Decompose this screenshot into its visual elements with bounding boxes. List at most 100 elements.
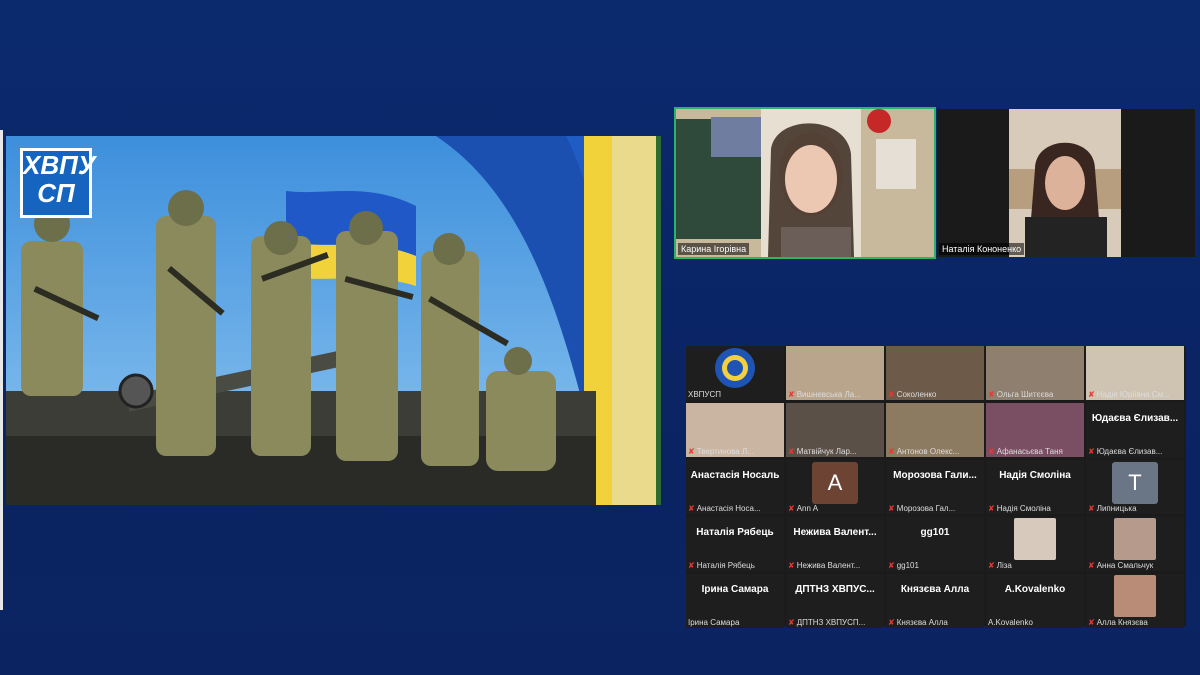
mic-muted-icon: ✘ — [688, 447, 695, 456]
participant-label: ✘ Анна Смальчук — [1088, 561, 1182, 570]
mic-muted-icon: ✘ — [1088, 618, 1095, 627]
participant-tile[interactable]: A.Kovalenko A.Kovalenko — [986, 574, 1084, 628]
speaker-name-2: Наталія Кононенко — [939, 243, 1025, 255]
institution-logo: ХВПУ СП — [20, 148, 95, 218]
participant-label: ✘ Надія Юріївна См... — [1088, 390, 1182, 399]
participant-name: ДПТНЗ ХВПУСП... — [796, 618, 866, 627]
mic-muted-icon: ✘ — [788, 504, 795, 513]
mic-muted-icon: ✘ — [688, 561, 695, 570]
participant-label: ✘ Ліза — [988, 561, 1082, 570]
mic-muted-icon: ✘ — [988, 504, 995, 513]
participant-name: Анна Смальчук — [1096, 561, 1154, 570]
participant-name: Вишневська Ла... — [796, 390, 861, 399]
mic-muted-icon: ✘ — [788, 561, 795, 570]
participant-display-name: Юдаєва Єлизав... — [1091, 413, 1179, 424]
participant-name: Ірина Самара — [688, 618, 740, 627]
participant-tile[interactable]: Морозова Гали... ✘ Морозова Гал... — [886, 460, 984, 514]
participant-tile[interactable]: ✘ Вишневська Ла... — [786, 346, 884, 400]
participant-tile[interactable]: Нежива Валент... ✘ Нежива Валент... — [786, 517, 884, 571]
participant-label: A.Kovalenko — [988, 618, 1082, 627]
participant-tile[interactable]: ✘ Афанасьєва Таня — [986, 403, 1084, 457]
participant-label: ХВПУСП — [688, 390, 782, 399]
avatar-letter: A — [812, 462, 858, 504]
participant-tile[interactable]: Ірина Самара Ірина Самара — [686, 574, 784, 628]
participant-tile[interactable]: Анастасія Носаль ✘ Анастасія Носа... — [686, 460, 784, 514]
speaker-video-2 — [937, 109, 1195, 257]
participant-display-name: Морозова Гали... — [893, 470, 977, 481]
speaker-tile-1[interactable]: Карина Ігорівна — [674, 107, 936, 259]
participant-tile[interactable]: ✘ Антонов Олекс... — [886, 403, 984, 457]
participant-tile[interactable]: ХВПУСП — [686, 346, 784, 400]
participant-tile[interactable]: ✘ Твертинова Л... — [686, 403, 784, 457]
participant-name: Наталія Рябець — [696, 561, 755, 570]
participant-display-name: Надія Смоліна — [999, 470, 1071, 481]
participant-display-name: A.Kovalenko — [1004, 584, 1066, 595]
participant-tile[interactable]: Юдаєва Єлизав... ✘ Юдаєва Єлизав... — [1086, 403, 1184, 457]
participant-photo — [1114, 518, 1156, 560]
mic-muted-icon: ✘ — [788, 447, 795, 456]
mic-muted-icon: ✘ — [988, 561, 995, 570]
speaker-video-1 — [676, 109, 934, 257]
participant-display-name: Анастасія Носаль — [690, 470, 780, 481]
participant-tile[interactable]: Надія Смоліна ✘ Надія Смоліна — [986, 460, 1084, 514]
participant-label: ✘ Анастасія Носа... — [688, 504, 782, 513]
participant-label: ✘ Морозова Гал... — [888, 504, 982, 513]
participant-tile[interactable]: ✘ Ліза — [986, 517, 1084, 571]
mic-muted-icon: ✘ — [1088, 504, 1095, 513]
shared-screen: ХВПУ СП — [6, 136, 661, 505]
participant-display-name: Князєва Алла — [900, 584, 970, 595]
participant-label: ✘ Алла Князєва — [1088, 618, 1182, 627]
participant-tile[interactable]: ✘ Анна Смальчук — [1086, 517, 1184, 571]
window-edge — [0, 130, 3, 610]
mic-muted-icon: ✘ — [888, 504, 895, 513]
mic-muted-icon: ✘ — [688, 504, 695, 513]
participant-tile[interactable]: A ✘ Аnn A — [786, 460, 884, 514]
mic-muted-icon: ✘ — [888, 447, 895, 456]
participant-name: Антонов Олекс... — [896, 447, 960, 456]
participant-label: ✘ Аnn A — [788, 504, 882, 513]
mic-muted-icon: ✘ — [888, 561, 895, 570]
participant-name: Ольга Шитєєва — [996, 390, 1054, 399]
participant-tile[interactable]: ✘ Надія Юріївна См... — [1086, 346, 1184, 400]
participant-name: Анастасія Носа... — [696, 504, 761, 513]
participant-tile[interactable]: ✘ Матвійчук Лар... — [786, 403, 884, 457]
participant-tile[interactable]: T ✘ Липницька — [1086, 460, 1184, 514]
participant-label: ✘ Липницька — [1088, 504, 1182, 513]
participant-tile[interactable]: ✘ Ольга Шитєєва — [986, 346, 1084, 400]
avatar-letter: T — [1112, 462, 1158, 504]
participant-name: Юдаєва Єлизав... — [1096, 447, 1163, 456]
participant-tile[interactable]: gg101 ✘ gg101 — [886, 517, 984, 571]
participant-label: ✘ Афанасьєва Таня — [988, 447, 1082, 456]
mic-muted-icon: ✘ — [988, 447, 995, 456]
participant-label: ✘ Вишневська Ла... — [788, 390, 882, 399]
participant-label: ✘ ДПТНЗ ХВПУСП... — [788, 618, 882, 627]
participant-tile[interactable]: Князєва Алла ✘ Князєва Алла — [886, 574, 984, 628]
participant-label: ✘ Надія Смоліна — [988, 504, 1082, 513]
participant-display-name: gg101 — [920, 527, 950, 538]
mic-muted-icon: ✘ — [988, 390, 995, 399]
participant-display-name: Ірина Самара — [701, 584, 769, 595]
participant-label: Ірина Самара — [688, 618, 782, 627]
participant-name: A.Kovalenko — [988, 618, 1033, 627]
participant-display-name: Наталія Рябець — [696, 527, 774, 538]
participant-name: Твертинова Л... — [696, 447, 754, 456]
participant-tile[interactable]: ✘ Алла Князєва — [1086, 574, 1184, 628]
participant-name: Матвійчук Лар... — [796, 447, 857, 456]
participant-name: Афанасьєва Таня — [996, 447, 1063, 456]
participant-name: Липницька — [1096, 504, 1137, 513]
participant-tile[interactable]: ДПТНЗ ХВПУС... ✘ ДПТНЗ ХВПУСП... — [786, 574, 884, 628]
participant-name: gg101 — [896, 561, 919, 570]
participant-name: Соколенко — [896, 390, 937, 399]
participant-name: Нежива Валент... — [796, 561, 861, 570]
shared-image — [6, 136, 661, 505]
participant-name: Аnn A — [796, 504, 819, 513]
mic-muted-icon: ✘ — [1088, 447, 1095, 456]
speaker-tile-2[interactable]: Наталія Кононенко — [937, 109, 1195, 257]
participant-label: ✘ Наталія Рябець — [688, 561, 782, 570]
participant-tile[interactable]: Наталія Рябець ✘ Наталія Рябець — [686, 517, 784, 571]
mic-muted-icon: ✘ — [888, 618, 895, 627]
participant-tile[interactable]: ✘ Соколенко — [886, 346, 984, 400]
mic-muted-icon: ✘ — [888, 390, 895, 399]
participant-label: ✘ Соколенко — [888, 390, 982, 399]
participant-label: ✘ Юдаєва Єлизав... — [1088, 447, 1182, 456]
